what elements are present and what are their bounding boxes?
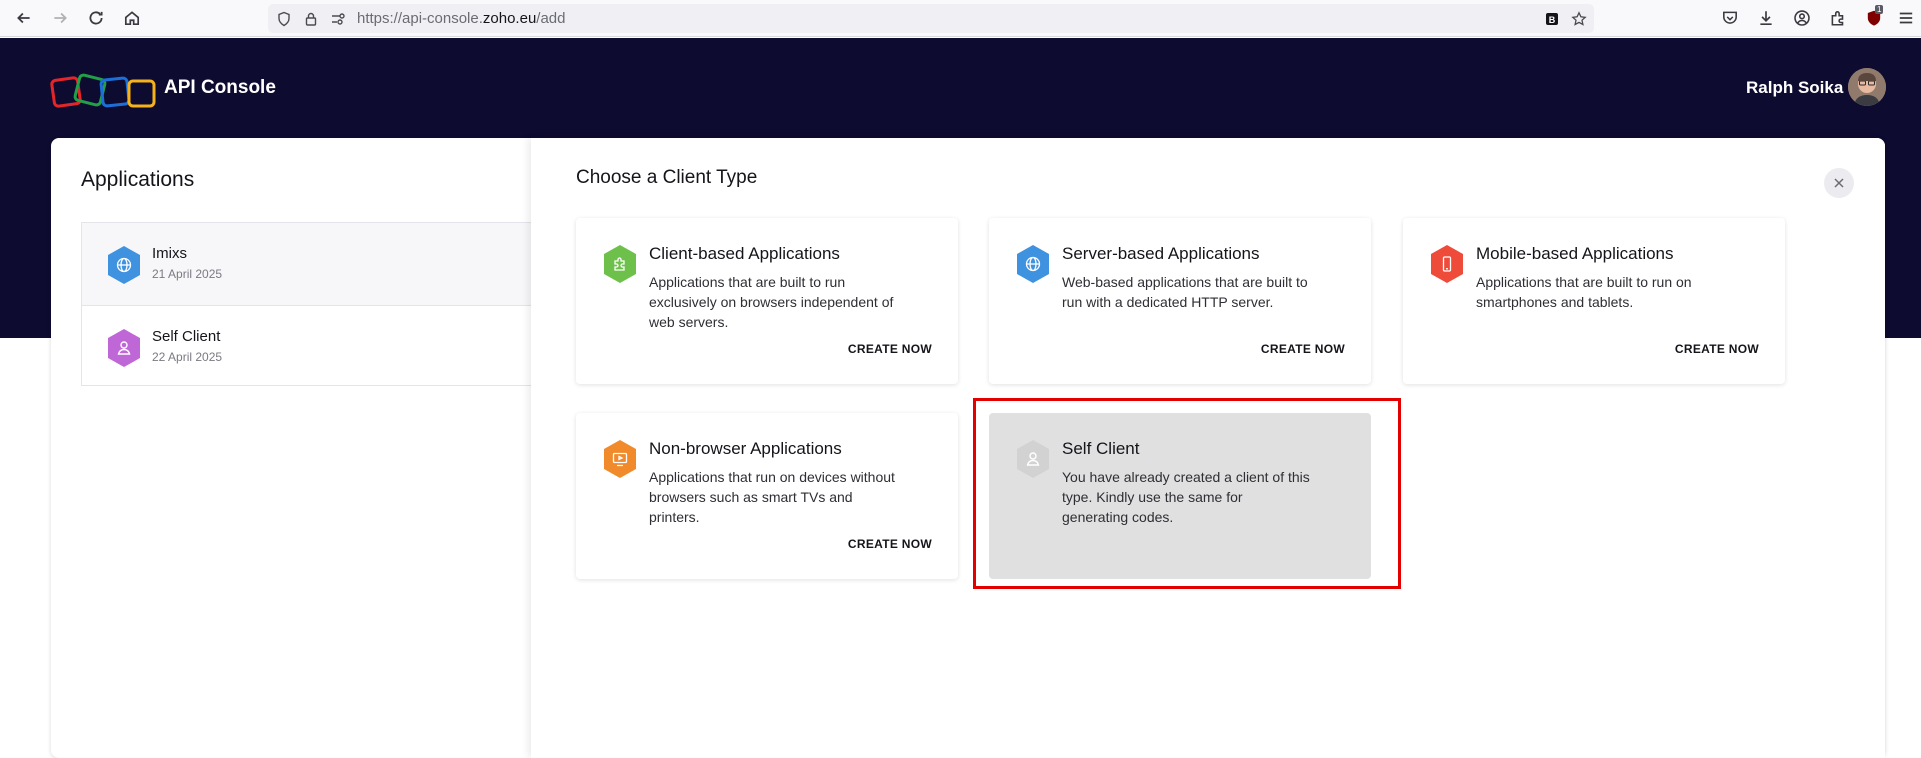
browser-toolbar: https://api-console.zoho.eu/add B 1 (0, 0, 1921, 37)
create-now-button[interactable]: CREATE NOW (1675, 342, 1759, 356)
person-icon (1015, 439, 1051, 479)
choose-client-type-modal: Choose a Client Type Client-based Applic… (531, 138, 1885, 758)
card-title: Mobile-based Applications (1476, 244, 1674, 263)
extensions-icon[interactable] (1826, 6, 1850, 30)
application-row-imixs[interactable]: Imixs 21 April 2025 (82, 223, 542, 305)
download-icon[interactable] (1754, 6, 1778, 30)
reader-view-icon[interactable]: B (1542, 9, 1561, 28)
zoho-logo (50, 73, 156, 108)
create-now-button[interactable]: CREATE NOW (848, 342, 932, 356)
card-title: Self Client (1062, 439, 1140, 458)
card-title: Client-based Applications (649, 244, 840, 263)
reload-icon[interactable] (84, 6, 108, 30)
person-icon (106, 328, 142, 368)
shield-icon[interactable] (274, 9, 293, 28)
globe-icon (1015, 244, 1051, 284)
svg-text:B: B (1548, 15, 1555, 25)
notification-count-badge: 1 (1875, 5, 1884, 14)
application-list: Imixs 21 April 2025 Self Client 22 April… (81, 222, 542, 387)
card-title: Server-based Applications (1062, 244, 1260, 263)
puzzle-icon (602, 244, 638, 284)
application-row-self-client[interactable]: Self Client 22 April 2025 (82, 305, 542, 387)
create-now-button[interactable]: CREATE NOW (1261, 342, 1345, 356)
application-name: Self Client (152, 328, 221, 345)
card-description: Web-based applications that are built to… (1062, 274, 1308, 310)
globe-icon (106, 245, 142, 285)
client-type-card-server-based[interactable]: Server-based Applications Web-based appl… (989, 218, 1371, 384)
close-button[interactable] (1824, 168, 1854, 198)
phone-icon (1429, 244, 1465, 284)
card-description: You have already created a client of thi… (1062, 469, 1310, 525)
back-icon[interactable] (12, 6, 36, 30)
application-date: 22 April 2025 (152, 350, 223, 364)
card-description: Applications that are built to run exclu… (649, 274, 894, 330)
app-brand-title: API Console (164, 77, 276, 98)
account-icon[interactable] (1790, 6, 1814, 30)
client-type-card-mobile-based[interactable]: Mobile-based Applications Applications t… (1403, 218, 1785, 384)
home-icon[interactable] (120, 6, 144, 30)
user-name[interactable]: Ralph Soika (1746, 78, 1843, 98)
tv-icon (602, 439, 638, 479)
card-description: Applications that run on devices without… (649, 469, 895, 525)
url-text[interactable]: https://api-console.zoho.eu/add (357, 10, 566, 27)
client-type-card-self-client[interactable]: Self Client You have already created a c… (989, 413, 1371, 579)
create-now-button[interactable]: CREATE NOW (848, 537, 932, 551)
menu-icon[interactable] (1894, 6, 1918, 30)
forward-icon[interactable] (48, 6, 72, 30)
applications-title: Applications (81, 168, 195, 191)
close-icon (1834, 178, 1844, 188)
permissions-icon[interactable] (328, 9, 347, 28)
client-type-card-non-browser[interactable]: Non-browser Applications Applications th… (576, 413, 958, 579)
user-avatar[interactable] (1848, 68, 1886, 106)
client-type-card-client-based[interactable]: Client-based Applications Applications t… (576, 218, 958, 384)
pocket-icon[interactable] (1718, 6, 1742, 30)
application-date: 21 April 2025 (152, 267, 223, 281)
ublock-extension-icon[interactable]: 1 (1862, 5, 1886, 30)
card-description: Applications that are built to run on sm… (1476, 274, 1692, 310)
lock-icon[interactable] (301, 9, 320, 28)
modal-title: Choose a Client Type (576, 167, 758, 188)
url-bar[interactable]: https://api-console.zoho.eu/add B (268, 4, 1594, 33)
card-title: Non-browser Applications (649, 439, 842, 458)
bookmark-star-icon[interactable] (1569, 9, 1588, 28)
application-name: Imixs (152, 245, 187, 262)
